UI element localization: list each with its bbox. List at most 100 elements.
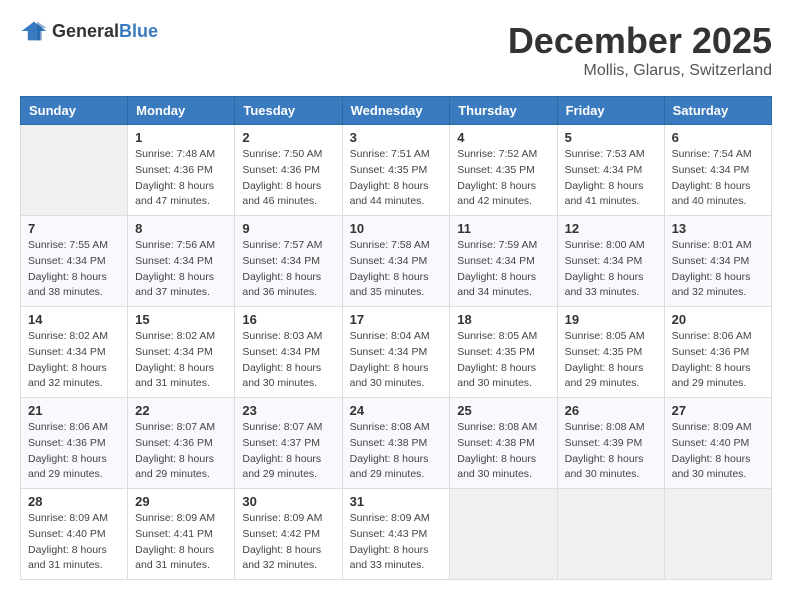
table-row: 16 Sunrise: 8:03 AMSunset: 4:34 PMDayligh… [235, 307, 342, 398]
day-info: Sunrise: 8:09 AMSunset: 4:40 PMDaylight:… [28, 511, 120, 574]
day-info: Sunrise: 8:02 AMSunset: 4:34 PMDaylight:… [135, 329, 227, 392]
day-number: 30 [242, 494, 334, 509]
table-row: 11 Sunrise: 7:59 AMSunset: 4:34 PMDayligh… [450, 216, 557, 307]
day-number: 13 [672, 221, 764, 236]
table-row: 4 Sunrise: 7:52 AMSunset: 4:35 PMDaylight… [450, 125, 557, 216]
title-block: December 2025 Mollis, Glarus, Switzerlan… [508, 20, 772, 80]
day-info: Sunrise: 7:50 AMSunset: 4:36 PMDaylight:… [242, 147, 334, 210]
table-row: 31Sunrise: 8:09 AMSunset: 4:43 PMDayligh… [342, 489, 450, 580]
day-info: Sunrise: 8:09 AMSunset: 4:41 PMDaylight:… [135, 511, 227, 574]
col-saturday: Saturday [664, 97, 771, 125]
table-row: 17 Sunrise: 8:04 AMSunset: 4:34 PMDayligh… [342, 307, 450, 398]
table-row: 6Sunrise: 7:54 AMSunset: 4:34 PMDaylight… [664, 125, 771, 216]
day-number: 6 [672, 130, 764, 145]
day-info: Sunrise: 7:53 AMSunset: 4:34 PMDaylight:… [565, 147, 657, 210]
table-row: 26 Sunrise: 8:08 AMSunset: 4:39 PMDayligh… [557, 398, 664, 489]
table-row: 7Sunrise: 7:55 AMSunset: 4:34 PMDaylight… [21, 216, 128, 307]
table-row: 30 Sunrise: 8:09 AMSunset: 4:42 PMDayligh… [235, 489, 342, 580]
day-number: 16 [242, 312, 334, 327]
table-row: 14 Sunrise: 8:02 AMSunset: 4:34 PMDayligh… [21, 307, 128, 398]
table-row: 28 Sunrise: 8:09 AMSunset: 4:40 PMDayligh… [21, 489, 128, 580]
day-number: 3 [350, 130, 443, 145]
day-info: Sunrise: 8:09 AMSunset: 4:40 PMDaylight:… [672, 420, 764, 483]
day-number: 10 [350, 221, 443, 236]
day-number: 8 [135, 221, 227, 236]
day-number: 24 [350, 403, 443, 418]
day-info: Sunrise: 8:05 AMSunset: 4:35 PMDaylight:… [457, 329, 549, 392]
day-info: Sunrise: 8:08 AMSunset: 4:38 PMDaylight:… [350, 420, 443, 483]
page-header: GeneralBlue December 2025 Mollis, Glarus… [20, 20, 772, 80]
day-number: 17 [350, 312, 443, 327]
table-row [664, 489, 771, 580]
table-row: 13 Sunrise: 8:01 AMSunset: 4:34 PMDayligh… [664, 216, 771, 307]
table-row: 25Sunrise: 8:08 AMSunset: 4:38 PMDayligh… [450, 398, 557, 489]
day-number: 11 [457, 221, 549, 236]
day-info: Sunrise: 8:05 AMSunset: 4:35 PMDaylight:… [565, 329, 657, 392]
day-info: Sunrise: 7:59 AMSunset: 4:34 PMDaylight:… [457, 238, 549, 301]
table-row: 2 Sunrise: 7:50 AMSunset: 4:36 PMDaylight… [235, 125, 342, 216]
day-number: 29 [135, 494, 227, 509]
logo: GeneralBlue [20, 20, 158, 42]
table-row: 5 Sunrise: 7:53 AMSunset: 4:34 PMDaylight… [557, 125, 664, 216]
calendar-week-row: 28 Sunrise: 8:09 AMSunset: 4:40 PMDayligh… [21, 489, 772, 580]
logo-text: GeneralBlue [52, 21, 158, 42]
calendar-week-row: 1Sunrise: 7:48 AMSunset: 4:36 PMDaylight… [21, 125, 772, 216]
day-info: Sunrise: 7:56 AMSunset: 4:34 PMDaylight:… [135, 238, 227, 301]
table-row: 27 Sunrise: 8:09 AMSunset: 4:40 PMDayligh… [664, 398, 771, 489]
calendar-header-row: Sunday Monday Tuesday Wednesday Thursday… [21, 97, 772, 125]
table-row: 22Sunrise: 8:07 AMSunset: 4:36 PMDayligh… [128, 398, 235, 489]
day-number: 7 [28, 221, 120, 236]
table-row: 23Sunrise: 8:07 AMSunset: 4:37 PMDayligh… [235, 398, 342, 489]
table-row: 3 Sunrise: 7:51 AMSunset: 4:35 PMDaylight… [342, 125, 450, 216]
day-info: Sunrise: 8:02 AMSunset: 4:34 PMDaylight:… [28, 329, 120, 392]
day-number: 18 [457, 312, 549, 327]
day-number: 27 [672, 403, 764, 418]
table-row [557, 489, 664, 580]
table-row [21, 125, 128, 216]
day-number: 9 [242, 221, 334, 236]
day-info: Sunrise: 8:06 AMSunset: 4:36 PMDaylight:… [672, 329, 764, 392]
col-thursday: Thursday [450, 97, 557, 125]
day-info: Sunrise: 8:03 AMSunset: 4:34 PMDaylight:… [242, 329, 334, 392]
day-number: 15 [135, 312, 227, 327]
month-title: December 2025 [508, 20, 772, 62]
day-number: 28 [28, 494, 120, 509]
day-info: Sunrise: 8:09 AMSunset: 4:42 PMDaylight:… [242, 511, 334, 574]
day-info: Sunrise: 8:09 AMSunset: 4:43 PMDaylight:… [350, 511, 443, 574]
table-row: 8 Sunrise: 7:56 AMSunset: 4:34 PMDaylight… [128, 216, 235, 307]
calendar-week-row: 21Sunrise: 8:06 AMSunset: 4:36 PMDayligh… [21, 398, 772, 489]
calendar-table: Sunday Monday Tuesday Wednesday Thursday… [20, 96, 772, 580]
col-friday: Friday [557, 97, 664, 125]
day-number: 22 [135, 403, 227, 418]
table-row: 15 Sunrise: 8:02 AMSunset: 4:34 PMDayligh… [128, 307, 235, 398]
table-row: 9Sunrise: 7:57 AMSunset: 4:34 PMDaylight… [235, 216, 342, 307]
day-number: 20 [672, 312, 764, 327]
day-info: Sunrise: 7:58 AMSunset: 4:34 PMDaylight:… [350, 238, 443, 301]
day-info: Sunrise: 8:06 AMSunset: 4:36 PMDaylight:… [28, 420, 120, 483]
day-number: 2 [242, 130, 334, 145]
day-info: Sunrise: 8:01 AMSunset: 4:34 PMDaylight:… [672, 238, 764, 301]
col-wednesday: Wednesday [342, 97, 450, 125]
day-number: 25 [457, 403, 549, 418]
day-info: Sunrise: 7:52 AMSunset: 4:35 PMDaylight:… [457, 147, 549, 210]
day-number: 23 [242, 403, 334, 418]
table-row: 20 Sunrise: 8:06 AMSunset: 4:36 PMDayligh… [664, 307, 771, 398]
logo-icon [20, 20, 48, 42]
day-info: Sunrise: 8:00 AMSunset: 4:34 PMDaylight:… [565, 238, 657, 301]
table-row: 24 Sunrise: 8:08 AMSunset: 4:38 PMDayligh… [342, 398, 450, 489]
table-row: 12 Sunrise: 8:00 AMSunset: 4:34 PMDayligh… [557, 216, 664, 307]
day-number: 4 [457, 130, 549, 145]
day-number: 12 [565, 221, 657, 236]
day-info: Sunrise: 8:04 AMSunset: 4:34 PMDaylight:… [350, 329, 443, 392]
day-number: 5 [565, 130, 657, 145]
day-info: Sunrise: 8:08 AMSunset: 4:39 PMDaylight:… [565, 420, 657, 483]
day-number: 14 [28, 312, 120, 327]
location-subtitle: Mollis, Glarus, Switzerland [508, 62, 772, 80]
table-row: 21Sunrise: 8:06 AMSunset: 4:36 PMDayligh… [21, 398, 128, 489]
col-monday: Monday [128, 97, 235, 125]
table-row: 1Sunrise: 7:48 AMSunset: 4:36 PMDaylight… [128, 125, 235, 216]
table-row: 19Sunrise: 8:05 AMSunset: 4:35 PMDayligh… [557, 307, 664, 398]
day-info: Sunrise: 7:48 AMSunset: 4:36 PMDaylight:… [135, 147, 227, 210]
day-number: 26 [565, 403, 657, 418]
day-info: Sunrise: 7:51 AMSunset: 4:35 PMDaylight:… [350, 147, 443, 210]
